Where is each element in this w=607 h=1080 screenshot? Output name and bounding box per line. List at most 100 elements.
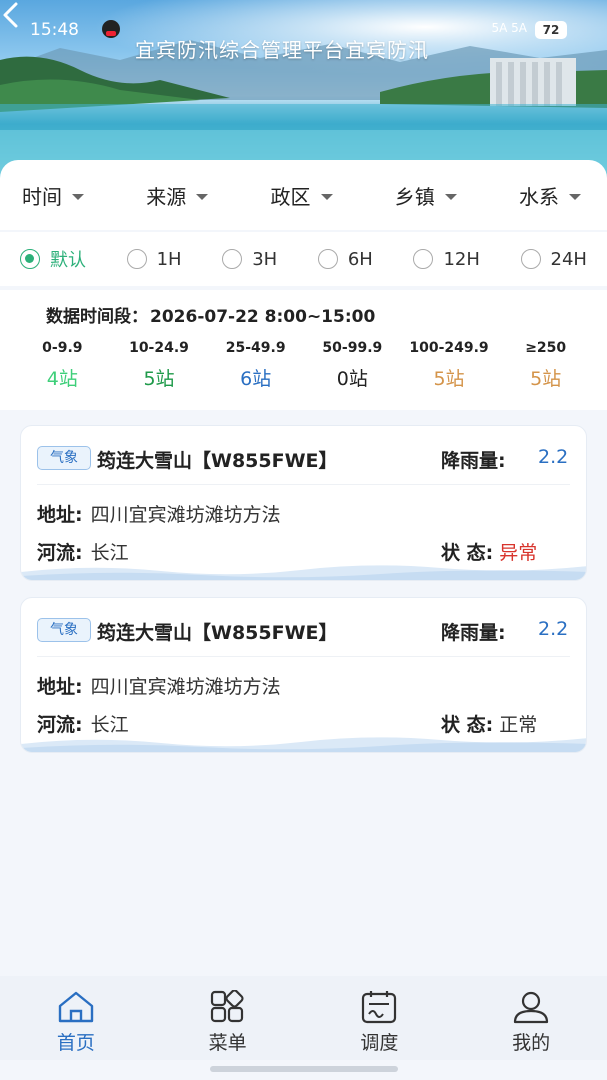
radio-circle-icon xyxy=(222,249,243,269)
station-count: 4站 xyxy=(46,368,78,390)
radio-1h[interactable]: 1H xyxy=(126,248,182,270)
time-range-selector: 默认 1H 3H 6H 12H 24H xyxy=(0,232,607,286)
radio-circle-icon xyxy=(413,249,434,269)
station-type-badge: 气象 xyxy=(37,446,91,470)
filter-bar: 时间 来源 政区 乡镇 水系 xyxy=(0,160,607,230)
rainfall-range-item[interactable]: 0-9.9 4站 xyxy=(14,340,111,391)
filter-river-system-dropdown[interactable]: 水系 xyxy=(519,181,581,210)
signal-icon: 5A 5A xyxy=(491,21,527,35)
nav-menu[interactable]: 菜单 xyxy=(152,976,304,1060)
home-icon xyxy=(58,991,94,1023)
rainfall-label: 降雨量: xyxy=(441,450,506,472)
rainfall-label: 降雨量: xyxy=(441,622,506,644)
address-label: 地址: xyxy=(37,504,83,526)
status-label: 状 态: xyxy=(441,714,494,736)
caret-down-icon xyxy=(196,193,209,200)
station-name: 筠连大雪山【W855FWE】 xyxy=(97,622,338,644)
home-indicator xyxy=(210,1066,398,1072)
radio-6h[interactable]: 6H xyxy=(317,248,373,270)
caret-down-icon xyxy=(444,193,457,200)
radio-label: 6H xyxy=(347,248,373,270)
station-count: 5站 xyxy=(143,368,175,390)
station-card[interactable]: 气象 筠连大雪山【W855FWE】 降雨量: 2.2 地址: 四川宜宾滩坊滩坊方法… xyxy=(20,425,587,581)
radio-24h[interactable]: 24H xyxy=(520,248,587,270)
nav-home[interactable]: 首页 xyxy=(0,976,152,1060)
range-label: 25-49.9 xyxy=(225,340,286,356)
data-period-value: 2026-07-22 8:00~15:00 xyxy=(150,307,376,327)
river-label: 河流: xyxy=(37,542,83,564)
radio-label: 1H xyxy=(156,248,182,270)
radio-label: 默认 xyxy=(50,250,86,271)
back-arrow-icon[interactable] xyxy=(0,0,22,30)
status-label: 状 态: xyxy=(441,542,494,564)
rainfall-value: 2.2 xyxy=(538,618,569,640)
menu-grid-icon xyxy=(210,990,244,1023)
radio-12h[interactable]: 12H xyxy=(413,248,480,270)
station-river: 河流: 长江 xyxy=(37,710,129,737)
address-label: 地址: xyxy=(37,676,83,698)
station-name: 筠连大雪山【W855FWE】 xyxy=(97,450,338,472)
radio-circle-icon xyxy=(126,249,147,269)
filter-town-dropdown[interactable]: 乡镇 xyxy=(395,181,457,210)
filter-label: 乡镇 xyxy=(394,184,435,209)
station-address: 地址: 四川宜宾滩坊滩坊方法 xyxy=(37,672,281,699)
radio-default[interactable]: 默认 xyxy=(20,246,86,272)
radio-circle-icon xyxy=(20,249,40,269)
radio-circle-icon xyxy=(520,249,541,269)
filter-source-dropdown[interactable]: 来源 xyxy=(146,181,209,210)
station-count: 0站 xyxy=(336,368,368,390)
caret-down-icon xyxy=(320,193,333,200)
address-value: 四川宜宾滩坊滩坊方法 xyxy=(90,676,281,698)
station-status: 状 态: 正常 xyxy=(441,710,537,737)
nav-label: 菜单 xyxy=(208,1032,247,1054)
station-count: 5站 xyxy=(433,368,465,390)
radio-3h[interactable]: 3H xyxy=(222,249,277,270)
radio-label: 3H xyxy=(252,248,278,270)
bottom-nav: 首页 菜单 调度 我的 xyxy=(0,976,607,1060)
filter-label: 来源 xyxy=(146,184,187,209)
nav-label: 调度 xyxy=(360,1032,399,1054)
status-time: 15:48 xyxy=(30,20,79,40)
rainfall-range-item[interactable]: 25-49.9 6站 xyxy=(207,340,304,391)
river-value: 长江 xyxy=(90,714,129,736)
nav-dispatch[interactable]: 调度 xyxy=(304,976,456,1060)
nav-profile[interactable]: 我的 xyxy=(455,976,607,1060)
range-label: 100-249.9 xyxy=(409,340,489,356)
dispatch-icon xyxy=(362,991,397,1024)
rainfall-range-item[interactable]: 10-24.9 5站 xyxy=(111,340,208,391)
filter-label: 水系 xyxy=(519,184,559,209)
wave-decoration xyxy=(21,565,586,580)
range-label: 0-9.9 xyxy=(42,340,83,356)
caret-down-icon xyxy=(72,193,84,200)
radio-label: 12H xyxy=(443,248,480,270)
wave-decoration xyxy=(21,737,586,752)
radio-circle-icon xyxy=(317,249,338,269)
status-value: 异常 xyxy=(499,542,538,564)
caret-down-icon xyxy=(569,193,581,200)
station-card[interactable]: 气象 筠连大雪山【W855FWE】 降雨量: 2.2 地址: 四川宜宾滩坊滩坊方法… xyxy=(20,597,587,753)
profile-icon xyxy=(514,991,549,1024)
battery-icon: 72 xyxy=(535,21,567,39)
nav-label: 首页 xyxy=(56,1032,95,1054)
filter-district-dropdown[interactable]: 政区 xyxy=(271,181,333,210)
range-label: 10-24.9 xyxy=(129,340,189,356)
divider xyxy=(37,484,570,485)
station-count: 5站 xyxy=(530,368,562,390)
rainfall-value: 2.2 xyxy=(538,446,569,468)
radio-label: 24H xyxy=(550,248,587,270)
filter-label: 政区 xyxy=(270,184,311,209)
station-river: 河流: 长江 xyxy=(37,538,129,565)
river-value: 长江 xyxy=(90,542,129,564)
filter-label: 时间 xyxy=(22,184,62,209)
rainfall-range-item[interactable]: 100-249.9 5站 xyxy=(401,340,498,391)
rainfall-range-item[interactable]: ≥250 5站 xyxy=(497,340,594,391)
station-type-badge: 气象 xyxy=(37,618,91,642)
status-value: 正常 xyxy=(499,714,538,736)
station-count: 6站 xyxy=(240,368,272,390)
rainfall-range-item[interactable]: 50-99.9 0站 xyxy=(304,340,401,391)
station-status: 状 态: 异常 xyxy=(441,538,537,565)
filter-time-dropdown[interactable]: 时间 xyxy=(22,181,84,210)
data-period-label: 数据时间段： xyxy=(46,307,148,327)
range-label: 50-99.9 xyxy=(322,340,383,356)
nav-label: 我的 xyxy=(512,1032,551,1054)
